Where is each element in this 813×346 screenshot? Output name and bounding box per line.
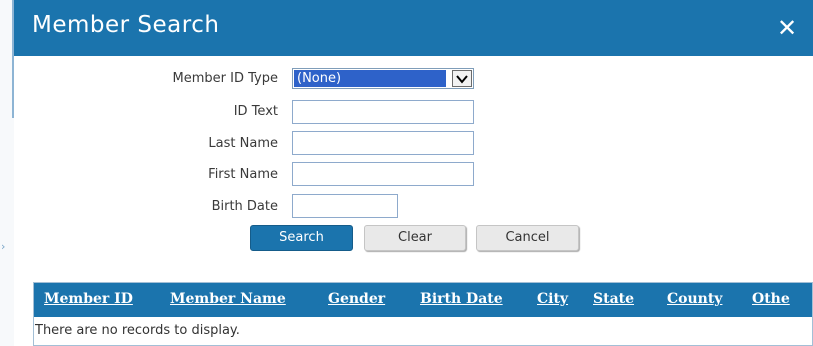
column-header-member-id[interactable]: Member ID: [44, 291, 133, 307]
last-name-label: Last Name: [208, 136, 278, 151]
results-grid: Member ID Member Name Gender Birth Date …: [33, 282, 813, 346]
birth-date-field[interactable]: [292, 194, 398, 218]
first-name-label: First Name: [208, 167, 278, 182]
column-header-county[interactable]: County: [667, 291, 722, 307]
close-icon[interactable]: ✕: [773, 14, 801, 42]
column-header-city[interactable]: City: [537, 291, 568, 307]
member-id-type-selected: (None): [294, 70, 446, 87]
grid-header: Member ID Member Name Gender Birth Date …: [34, 283, 812, 317]
member-id-type-label: Member ID Type: [172, 71, 278, 86]
id-text-field[interactable]: [292, 100, 474, 124]
dialog-titlebar: Member Search ✕: [14, 0, 813, 56]
dialog-title: Member Search: [32, 12, 220, 38]
column-header-other[interactable]: Othe: [752, 291, 790, 307]
member-search-dialog: Member Search ✕ Member ID Type (None) ID…: [14, 0, 813, 346]
first-name-field[interactable]: [292, 162, 474, 186]
birth-date-label: Birth Date: [211, 199, 278, 214]
member-id-type-select[interactable]: (None): [292, 68, 474, 89]
column-header-state[interactable]: State: [593, 291, 634, 307]
search-button[interactable]: Search: [250, 225, 353, 251]
column-header-member-name[interactable]: Member Name: [170, 291, 286, 307]
clear-button[interactable]: Clear: [364, 225, 466, 251]
cancel-button[interactable]: Cancel: [476, 225, 579, 251]
column-header-birth-date[interactable]: Birth Date: [420, 291, 503, 307]
last-name-field[interactable]: [292, 131, 474, 155]
empty-message: There are no records to display.: [35, 323, 240, 338]
dropdown-button[interactable]: [452, 70, 472, 87]
chevron-right-icon: ›: [1, 240, 6, 253]
id-text-label: ID Text: [233, 104, 278, 119]
chevron-down-icon: [456, 75, 468, 84]
column-header-gender[interactable]: Gender: [328, 291, 385, 307]
